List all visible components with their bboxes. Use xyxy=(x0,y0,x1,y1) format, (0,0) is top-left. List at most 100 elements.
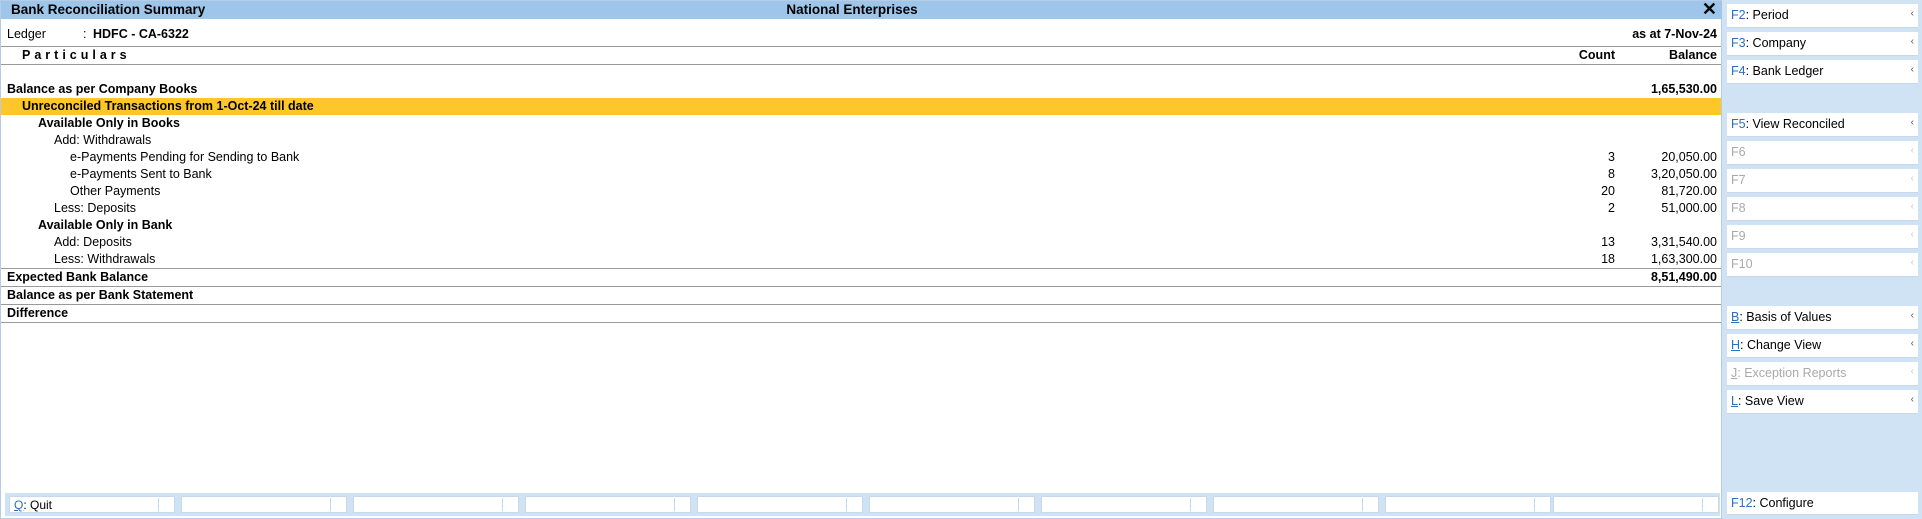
row-bank-statement[interactable]: Balance as per Bank Statement xyxy=(1,287,1721,304)
ledger-value[interactable]: HDFC - CA-6322 xyxy=(93,27,189,41)
button-label: F3: Company xyxy=(1731,36,1807,50)
f8-button[interactable]: F8 ‹ xyxy=(1727,197,1918,221)
row-label: Balance as per Bank Statement xyxy=(7,288,194,302)
save-view-button[interactable]: L: Save View ‹ xyxy=(1727,390,1918,414)
row-balance: 3,20,050.00 xyxy=(1650,167,1717,181)
shortcut-key: F3 xyxy=(1731,36,1746,50)
close-icon[interactable]: ✕ xyxy=(1702,0,1717,20)
row-unreconciled-selected[interactable]: Unreconciled Transactions from 1-Oct-24 … xyxy=(1,98,1721,115)
row-balance: 3,31,540.00 xyxy=(1650,235,1717,249)
row-label: Available Only in Bank xyxy=(38,218,173,232)
button-separator xyxy=(330,498,331,511)
chevron-left-icon: ‹ xyxy=(1910,366,1914,377)
row-balance: 81,720.00 xyxy=(1661,184,1717,198)
row-epayments-pending[interactable]: e-Payments Pending for Sending to Bank 3… xyxy=(1,149,1721,166)
quit-text: : Quit xyxy=(23,498,53,512)
empty-button[interactable] xyxy=(697,496,863,513)
view-reconciled-button[interactable]: F5: View Reconciled ‹ xyxy=(1727,113,1918,137)
row-epayments-sent[interactable]: e-Payments Sent to Bank 8 3,20,050.00 xyxy=(1,166,1721,183)
empty-button[interactable] xyxy=(869,496,1035,513)
button-separator xyxy=(158,498,159,511)
row-company-books[interactable]: Balance as per Company Books 1,65,530.00 xyxy=(1,81,1721,98)
empty-button[interactable] xyxy=(181,496,347,513)
row-count: 8 xyxy=(1608,167,1615,181)
shortcut-key: F4 xyxy=(1731,64,1746,78)
company-name: National Enterprises xyxy=(786,2,918,17)
report-window: Bank Reconciliation Summary National Ent… xyxy=(0,0,1723,519)
exception-reports-button[interactable]: J: Exception Reports ‹ xyxy=(1727,362,1918,386)
quit-key: Q xyxy=(14,498,24,512)
shortcut-key: H xyxy=(1731,338,1741,352)
chevron-left-icon: ‹ xyxy=(1910,257,1914,268)
button-label: F4: Bank Ledger xyxy=(1731,64,1824,78)
shortcut-key: F2 xyxy=(1731,8,1746,22)
button-separator xyxy=(1018,498,1019,511)
divider xyxy=(1,322,1721,323)
button-separator xyxy=(1702,498,1703,511)
bottom-button-bar: Q: Quit xyxy=(5,493,1720,516)
column-count: Count xyxy=(1578,48,1615,62)
button-label: F12: Configure xyxy=(1731,496,1814,510)
chevron-left-icon: ‹ xyxy=(1910,229,1914,240)
button-label: L: Save View xyxy=(1731,394,1804,408)
company-button[interactable]: F3: Company ‹ xyxy=(1727,32,1918,56)
row-less-deposits[interactable]: Less: Deposits 2 51,000.00 xyxy=(1,200,1721,217)
row-difference[interactable]: Difference xyxy=(1,305,1721,322)
button-separator xyxy=(846,498,847,511)
button-label: F8 xyxy=(1731,201,1746,215)
as-at-date: as at 7-Nov-24 xyxy=(1632,27,1717,41)
basis-of-values-button[interactable]: B: Basis of Values ‹ xyxy=(1727,306,1918,330)
button-label: F10 xyxy=(1731,257,1753,271)
f9-button[interactable]: F9 ‹ xyxy=(1727,225,1918,249)
divider xyxy=(1,64,1721,65)
row-available-books[interactable]: Available Only in Books xyxy=(1,115,1721,132)
f10-button[interactable]: F10 ‹ xyxy=(1727,253,1918,277)
row-balance: 8,51,490.00 xyxy=(1650,270,1717,284)
quit-button[interactable]: Q: Quit xyxy=(9,496,175,513)
change-view-button[interactable]: H: Change View ‹ xyxy=(1727,334,1918,358)
button-label: F6 xyxy=(1731,145,1746,159)
row-available-bank[interactable]: Available Only in Bank xyxy=(1,217,1721,234)
row-label: e-Payments Sent to Bank xyxy=(70,167,212,181)
button-label: J: Exception Reports xyxy=(1731,366,1847,380)
empty-button[interactable] xyxy=(1213,496,1379,513)
ledger-colon: : xyxy=(83,27,87,41)
chevron-left-icon: ‹ xyxy=(1910,64,1914,75)
ledger-line: Ledger : HDFC - CA-6322 as at 7-Nov-24 xyxy=(1,26,1721,46)
row-less-withdrawals[interactable]: Less: Withdrawals 18 1,63,300.00 xyxy=(1,251,1721,268)
empty-button[interactable] xyxy=(1553,496,1719,513)
shortcut-key: F6 xyxy=(1731,145,1746,159)
row-balance: 1,63,300.00 xyxy=(1650,252,1717,266)
button-label: F5: View Reconciled xyxy=(1731,117,1845,131)
button-separator xyxy=(1190,498,1191,511)
row-add-withdrawals[interactable]: Add: Withdrawals xyxy=(1,132,1721,149)
quit-label: Q: Quit xyxy=(14,498,52,512)
empty-button[interactable] xyxy=(1385,496,1551,513)
column-balance: Balance xyxy=(1669,48,1717,62)
column-header: Particulars Count Balance xyxy=(1,48,1721,64)
f6-button[interactable]: F6 ‹ xyxy=(1727,141,1918,165)
shortcut-key: F5 xyxy=(1731,117,1746,131)
period-button[interactable]: F2: Period ‹ xyxy=(1727,4,1918,28)
chevron-left-icon: ‹ xyxy=(1910,36,1914,47)
button-separator xyxy=(1362,498,1363,511)
row-other-payments[interactable]: Other Payments 20 81,720.00 xyxy=(1,183,1721,200)
shortcut-key: F10 xyxy=(1731,257,1753,271)
chevron-left-icon: ‹ xyxy=(1910,338,1914,349)
row-label: Expected Bank Balance xyxy=(7,270,149,284)
row-balance: 51,000.00 xyxy=(1661,201,1717,215)
chevron-left-icon: ‹ xyxy=(1910,145,1914,156)
button-label: B: Basis of Values xyxy=(1731,310,1832,324)
row-expected-bank-balance[interactable]: Expected Bank Balance 8,51,490.00 xyxy=(1,269,1721,286)
row-add-deposits[interactable]: Add: Deposits 13 3,31,540.00 xyxy=(1,234,1721,251)
configure-button[interactable]: F12: Configure xyxy=(1727,492,1918,515)
empty-button[interactable] xyxy=(353,496,519,513)
shortcut-key: F7 xyxy=(1731,173,1746,187)
button-separator xyxy=(502,498,503,511)
button-separator xyxy=(674,498,675,511)
bank-ledger-button[interactable]: F4: Bank Ledger ‹ xyxy=(1727,60,1918,84)
empty-button[interactable] xyxy=(525,496,691,513)
f7-button[interactable]: F7 ‹ xyxy=(1727,169,1918,193)
empty-button[interactable] xyxy=(1041,496,1207,513)
row-label: Add: Withdrawals xyxy=(54,133,152,147)
